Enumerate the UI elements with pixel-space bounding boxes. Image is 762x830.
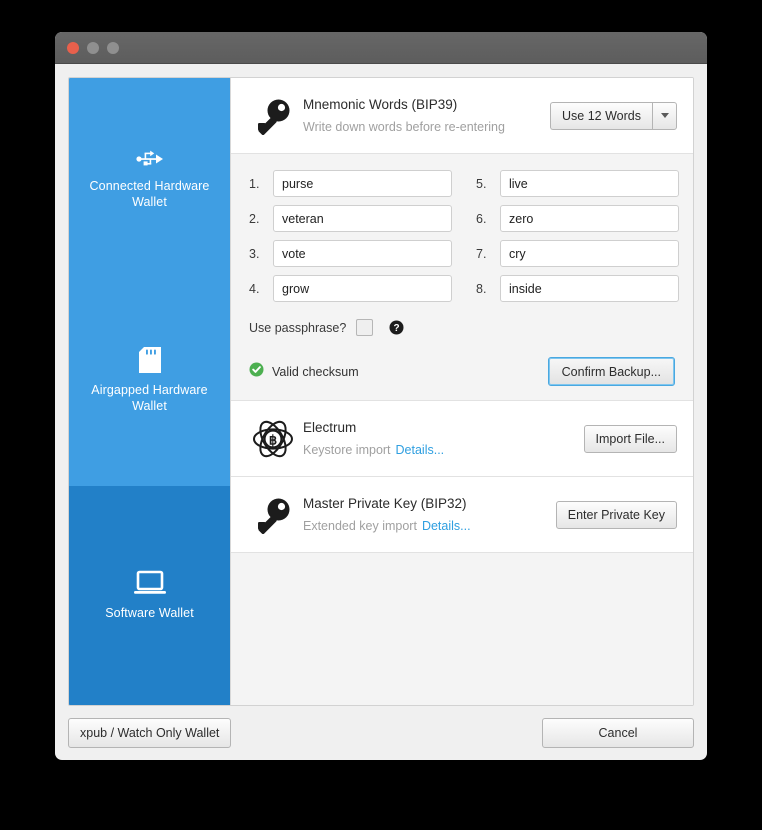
electrum-subtitle: Keystore import Details... bbox=[303, 440, 584, 460]
word-number: 8. bbox=[476, 281, 487, 296]
word-input-3[interactable] bbox=[273, 240, 452, 267]
window-footer: xpub / Watch Only Wallet Cancel bbox=[55, 706, 707, 760]
main-panes: Connected Hardware Wallet Airgapped Hard… bbox=[68, 77, 694, 706]
word-cell-6: 6. bbox=[476, 205, 679, 232]
window-body: Connected Hardware Wallet Airgapped Hard… bbox=[55, 64, 707, 706]
checksum-text: Valid checksum bbox=[272, 364, 359, 379]
sidebar-item-label: Airgapped Hardware Wallet bbox=[91, 382, 208, 413]
key-icon bbox=[247, 496, 299, 534]
svg-text:฿: ฿ bbox=[269, 432, 277, 447]
svg-text:?: ? bbox=[394, 323, 400, 334]
word-number: 5. bbox=[476, 176, 487, 191]
master-key-actions: Enter Private Key bbox=[555, 500, 677, 529]
master-private-key-row: Master Private Key (BIP32) Extended key … bbox=[231, 477, 693, 553]
mnemonic-subtitle: Write down words before re-entering bbox=[303, 119, 505, 134]
word-number: 6. bbox=[476, 211, 487, 226]
laptop-icon bbox=[133, 570, 167, 596]
sidebar-item-airgapped-hardware-wallet[interactable]: Airgapped Hardware Wallet bbox=[69, 274, 230, 486]
wallet-type-sidebar: Connected Hardware Wallet Airgapped Hard… bbox=[69, 78, 230, 705]
word-cell-4: 4. bbox=[249, 275, 452, 302]
master-key-row-text: Master Private Key (BIP32) Extended key … bbox=[299, 494, 556, 536]
cancel-button[interactable]: Cancel bbox=[542, 718, 694, 748]
mnemonic-header-row: Mnemonic Words (BIP39) Write down words … bbox=[231, 78, 693, 154]
electrum-details-link[interactable]: Details... bbox=[396, 443, 445, 457]
electrum-title: Electrum bbox=[303, 419, 357, 435]
key-icon bbox=[247, 97, 299, 135]
sidebar-item-connected-hardware-wallet[interactable]: Connected Hardware Wallet bbox=[69, 78, 230, 274]
passphrase-row: Use passphrase? ? bbox=[249, 319, 675, 336]
checksum-status: Valid checksum bbox=[249, 362, 359, 382]
word-input-7[interactable] bbox=[500, 240, 679, 267]
word-input-4[interactable] bbox=[273, 275, 452, 302]
passphrase-label: Use passphrase? bbox=[249, 320, 347, 335]
sidebar-item-label: Software Wallet bbox=[105, 606, 194, 620]
window-titlebar bbox=[55, 32, 707, 64]
passphrase-checkbox[interactable] bbox=[356, 319, 374, 336]
close-window-button[interactable] bbox=[67, 41, 79, 54]
word-cell-1: 1. bbox=[249, 170, 452, 197]
master-key-subtitle-text: Extended key import bbox=[303, 518, 417, 533]
mnemonic-title: Mnemonic Words (BIP39) bbox=[303, 96, 458, 112]
xpub-watch-only-wallet-button[interactable]: xpub / Watch Only Wallet bbox=[68, 718, 232, 748]
sidebar-item-software-wallet[interactable]: Software Wallet bbox=[69, 486, 230, 705]
word-cell-5: 5. bbox=[476, 170, 679, 197]
word-cell-3: 3. bbox=[249, 240, 452, 267]
electrum-actions: Import File... bbox=[583, 424, 677, 453]
help-circle-icon[interactable]: ? bbox=[389, 320, 404, 335]
minimize-window-button[interactable] bbox=[87, 41, 99, 54]
master-key-title: Master Private Key (BIP32) bbox=[303, 495, 467, 511]
chevron-down-icon bbox=[660, 113, 669, 118]
sdcard-icon bbox=[138, 346, 161, 373]
mnemonic-row-text: Mnemonic Words (BIP39) Write down words … bbox=[299, 95, 550, 137]
confirm-backup-button[interactable]: Confirm Backup... bbox=[547, 357, 675, 386]
panel-empty-space bbox=[231, 553, 693, 705]
sidebar-item-label: Connected Hardware Wallet bbox=[89, 178, 210, 209]
electrum-subtitle-text: Keystore import bbox=[303, 442, 391, 457]
word-input-2[interactable] bbox=[273, 205, 452, 232]
mnemonic-word-grid: 1. 5. 9. 2. bbox=[249, 170, 679, 302]
word-cell-8: 8. bbox=[476, 275, 679, 302]
wallet-import-window: Connected Hardware Wallet Airgapped Hard… bbox=[55, 32, 707, 760]
import-options-panel: Mnemonic Words (BIP39) Write down words … bbox=[230, 78, 693, 705]
checksum-row: Valid checksum Confirm Backup... bbox=[249, 357, 675, 386]
word-input-1[interactable] bbox=[273, 170, 452, 197]
usb-icon bbox=[135, 143, 164, 169]
enter-private-key-button[interactable]: Enter Private Key bbox=[555, 500, 677, 529]
word-count-dropdown-button[interactable] bbox=[652, 101, 677, 130]
word-number: 3. bbox=[249, 246, 260, 261]
electrum-row: ฿ Electrum Keystore import Details... Imp… bbox=[231, 401, 693, 477]
check-circle-icon bbox=[249, 362, 264, 382]
electrum-row-text: Electrum Keystore import Details... bbox=[299, 418, 584, 460]
word-number: 7. bbox=[476, 246, 487, 261]
master-key-details-link[interactable]: Details... bbox=[422, 519, 471, 533]
word-cell-7: 7. bbox=[476, 240, 679, 267]
word-input-8[interactable] bbox=[500, 275, 679, 302]
use-12-words-button[interactable]: Use 12 Words bbox=[550, 101, 652, 130]
master-key-subtitle: Extended key import Details... bbox=[303, 516, 556, 536]
word-number: 4. bbox=[249, 281, 260, 296]
word-input-6[interactable] bbox=[500, 205, 679, 232]
import-file-button[interactable]: Import File... bbox=[583, 424, 677, 453]
word-number: 1. bbox=[249, 176, 260, 191]
word-number: 2. bbox=[249, 211, 260, 226]
word-cell-2: 2. bbox=[249, 205, 452, 232]
electrum-atom-icon: ฿ bbox=[247, 418, 299, 460]
word-input-5[interactable] bbox=[500, 170, 679, 197]
maximize-window-button[interactable] bbox=[107, 41, 119, 54]
word-count-split-button: Use 12 Words bbox=[550, 101, 677, 130]
mnemonic-words-body: 1. 5. 9. 2. bbox=[231, 154, 693, 401]
